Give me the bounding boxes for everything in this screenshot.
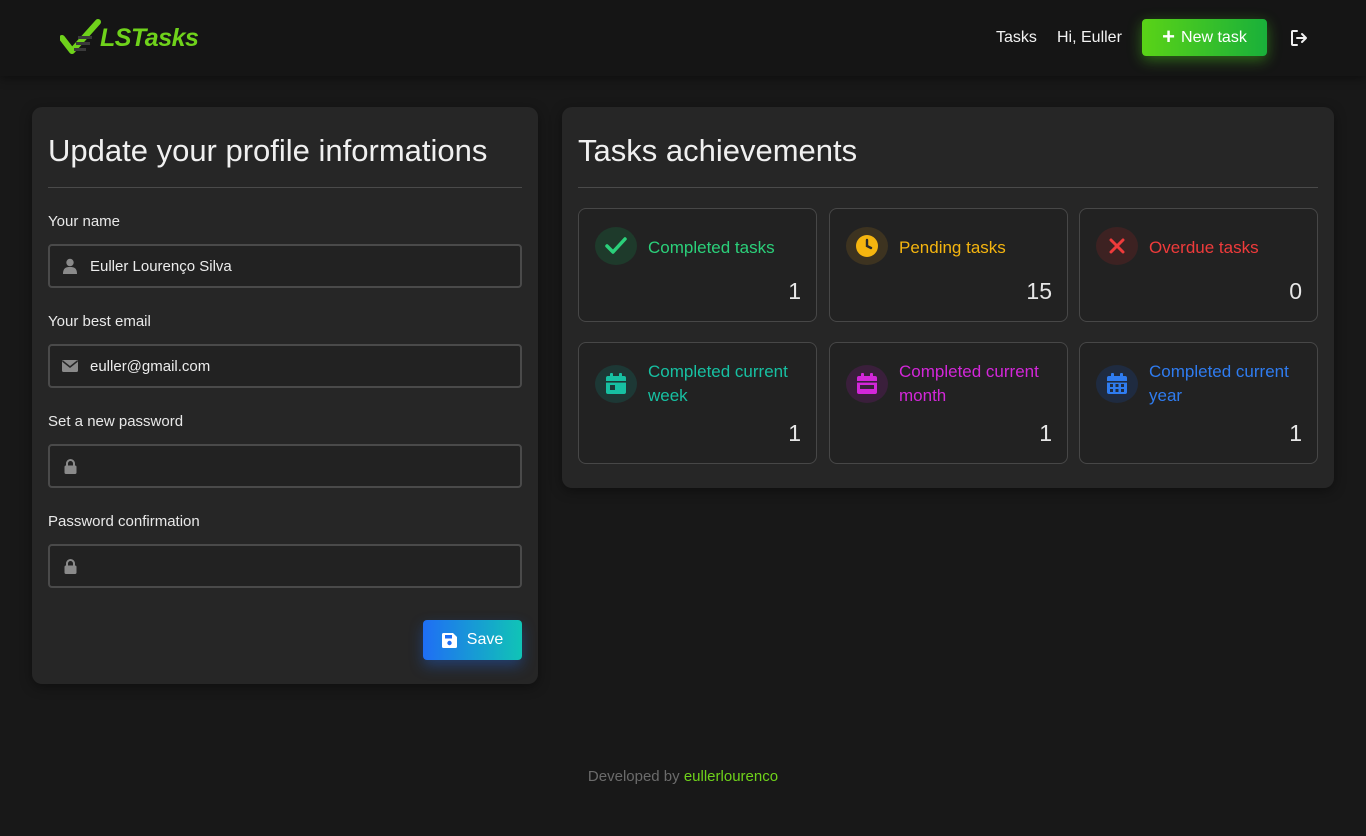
stat-pending-tasks: Pending tasks 15 <box>829 208 1068 322</box>
email-label: Your best email <box>48 313 151 330</box>
app-logo[interactable]: LSTasks <box>60 18 199 58</box>
email-field-wrapper <box>48 344 522 388</box>
stat-value: 1 <box>1289 420 1302 446</box>
close-icon <box>1096 227 1138 265</box>
stat-completed-current-week: Completed current week 1 <box>578 342 817 464</box>
user-icon <box>50 258 90 274</box>
check-icon <box>595 227 637 265</box>
new-task-label: New task <box>1181 28 1247 46</box>
achievements-card: Tasks achievements Completed tasks 1 Pen… <box>562 107 1334 488</box>
lock-icon <box>50 558 90 574</box>
calendar-alt-icon <box>846 365 888 403</box>
password-confirmation-field-wrapper <box>48 544 522 588</box>
stat-label: Completed current year <box>1149 362 1289 405</box>
top-navbar: LSTasks Tasks Hi, Euller + New task <box>0 0 1366 76</box>
floppy-disk-icon <box>441 632 457 648</box>
password-input[interactable] <box>90 446 520 486</box>
password-field-wrapper <box>48 444 522 488</box>
logout-icon[interactable] <box>1289 28 1309 48</box>
stat-label: Completed tasks <box>648 238 775 257</box>
plus-icon: + <box>1162 23 1176 49</box>
save-label: Save <box>466 631 504 648</box>
password-confirmation-input[interactable] <box>90 546 520 586</box>
stat-label: Completed current week <box>648 362 788 405</box>
password-confirmation-label: Password confirmation <box>48 513 200 530</box>
new-task-button[interactable]: + New task <box>1142 19 1267 56</box>
stat-completed-tasks: Completed tasks 1 <box>578 208 817 322</box>
stat-value: 0 <box>1289 278 1302 304</box>
calendar-icon <box>595 365 637 403</box>
name-input[interactable] <box>90 246 520 286</box>
divider <box>48 187 522 188</box>
footer-author-link[interactable]: eullerlourenco <box>684 768 778 785</box>
logo-check-icon <box>60 19 101 54</box>
achievements-title: Tasks achievements <box>578 133 858 168</box>
stat-label: Pending tasks <box>899 238 1006 257</box>
email-input[interactable] <box>90 346 520 386</box>
envelope-icon <box>50 360 90 372</box>
calendar-grid-icon <box>1096 365 1138 403</box>
nav-link-tasks[interactable]: Tasks <box>996 29 1037 47</box>
stat-overdue-tasks: Overdue tasks 0 <box>1079 208 1318 322</box>
stat-value: 1 <box>1039 420 1052 446</box>
profile-title: Update your profile informations <box>48 133 488 168</box>
password-label: Set a new password <box>48 413 184 430</box>
save-button[interactable]: Save <box>423 620 522 660</box>
stat-value: 15 <box>1026 278 1052 304</box>
stat-value: 1 <box>788 278 801 304</box>
divider <box>578 187 1318 188</box>
stat-completed-current-month: Completed current month 1 <box>829 342 1068 464</box>
footer: Developed by eullerlourenco <box>0 768 1366 785</box>
stat-label: Overdue tasks <box>1149 238 1259 257</box>
stat-label: Completed current month <box>899 362 1039 405</box>
stat-value: 1 <box>788 420 801 446</box>
name-field-wrapper <box>48 244 522 288</box>
logo-text: LSTasks <box>100 23 199 52</box>
footer-prefix: Developed by <box>587 768 684 785</box>
lock-icon <box>50 458 90 474</box>
user-greeting[interactable]: Hi, Euller <box>1057 29 1122 47</box>
stat-completed-current-year: Completed current year 1 <box>1079 342 1318 464</box>
profile-card: Update your profile informations Your na… <box>32 107 538 684</box>
name-label: Your name <box>48 213 120 230</box>
clock-icon <box>846 227 888 265</box>
